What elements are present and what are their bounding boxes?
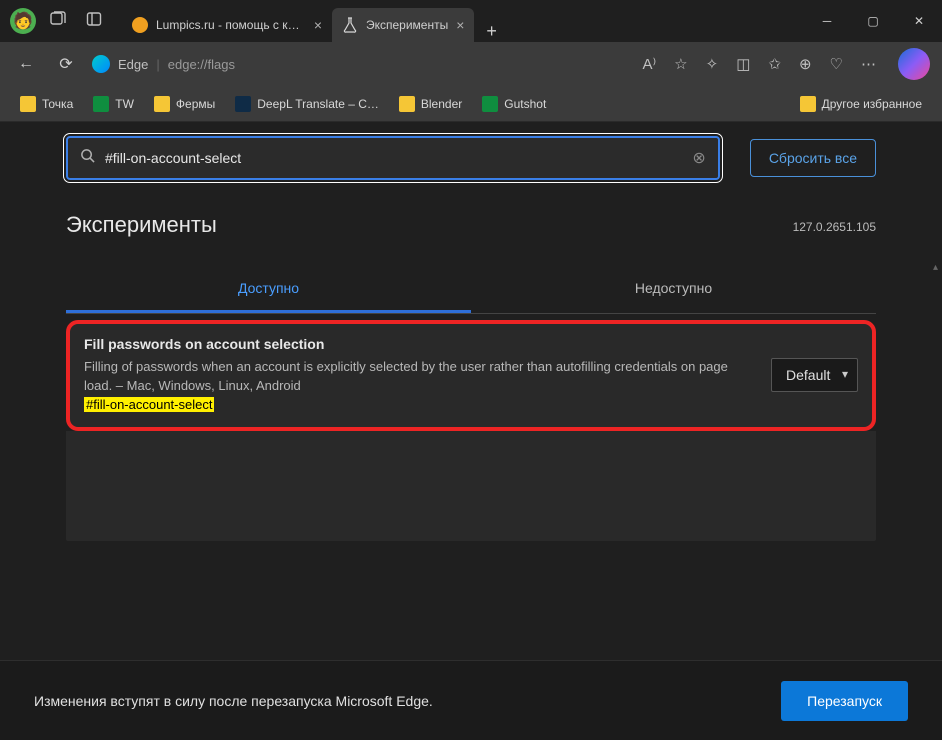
split-screen-icon[interactable]: ◫ [736, 55, 750, 73]
maximize-button[interactable]: ▢ [850, 5, 896, 38]
refresh-button[interactable]: ⟳ [52, 54, 80, 74]
bookmark-fermy[interactable]: Фермы [146, 92, 223, 116]
collections-icon[interactable]: ⊕ [799, 55, 812, 73]
new-tab-button[interactable]: + [474, 21, 509, 42]
tab-title: Lumpics.ru - помощь с компью [156, 18, 306, 32]
flag-card: Fill passwords on account selection Fill… [66, 320, 876, 431]
sheets-icon [93, 96, 109, 112]
scroll-indicator-icon[interactable]: ▴ [933, 262, 938, 273]
page-content: ⊗ Сбросить все Эксперименты 127.0.2651.1… [0, 122, 942, 740]
bookmark-gutshot[interactable]: Gutshot [474, 92, 554, 116]
bookmark-tw[interactable]: TW [85, 92, 142, 116]
close-window-button[interactable]: ✕ [896, 5, 942, 38]
flags-search-input[interactable] [105, 150, 692, 166]
flag-description: Filling of passwords when an account is … [84, 358, 751, 415]
nav-toolbar: ← ⟳ Edge | edge://flags A⁾ ☆ ✧ ◫ ✩ ⊕ ♡ ⋯ [0, 42, 942, 86]
search-icon [80, 148, 95, 168]
read-aloud-icon[interactable]: A⁾ [642, 55, 656, 73]
reset-all-button[interactable]: Сбросить все [750, 139, 876, 177]
favorite-icon[interactable]: ☆ [674, 55, 687, 73]
clear-search-icon[interactable]: ⊗ [692, 148, 705, 168]
folder-icon [20, 96, 36, 112]
profile-avatar[interactable]: 🧑 [10, 8, 36, 34]
bookmark-other[interactable]: Другое избранное [792, 92, 930, 116]
extensions-icon[interactable]: ✧ [706, 55, 719, 73]
titlebar: 🧑 Lumpics.ru - помощь с компью × Экспери… [0, 0, 942, 42]
tab-strip: Lumpics.ru - помощь с компью × Экспериме… [122, 0, 804, 42]
address-url: edge://flags [168, 57, 235, 72]
flag-title: Fill passwords on account selection [84, 336, 751, 352]
tab-available[interactable]: Доступно [66, 266, 471, 313]
restart-footer: Изменения вступят в силу после перезапус… [0, 660, 942, 740]
address-separator: | [156, 57, 159, 72]
flag-hash: #fill-on-account-select [84, 397, 214, 412]
favicon-flask-icon [342, 17, 358, 33]
tab-experiments[interactable]: Эксперименты × [332, 8, 474, 42]
tab-lumpics[interactable]: Lumpics.ru - помощь с компью × [122, 8, 332, 42]
folder-icon [800, 96, 816, 112]
window-controls: ─ ▢ ✕ [804, 5, 942, 38]
bookmarks-bar: Точка TW Фермы DeepL Translate – C… Blen… [0, 86, 942, 122]
deepl-icon [235, 96, 251, 112]
close-tab-icon[interactable]: × [456, 17, 464, 33]
close-tab-icon[interactable]: × [314, 17, 322, 33]
toolbar-actions: A⁾ ☆ ✧ ◫ ✩ ⊕ ♡ ⋯ [642, 48, 930, 80]
flags-tabs: Доступно Недоступно [66, 266, 876, 314]
bookmark-deepl[interactable]: DeepL Translate – C… [227, 92, 387, 116]
flag-state-select[interactable]: Default [771, 358, 858, 392]
copilot-button[interactable] [898, 48, 930, 80]
page-title: Эксперименты [66, 212, 217, 238]
address-bar[interactable]: Edge | edge://flags [92, 55, 630, 73]
folder-icon [399, 96, 415, 112]
sheets-icon [482, 96, 498, 112]
favorites-bar-icon[interactable]: ✩ [768, 55, 781, 73]
edge-logo-icon [92, 55, 110, 73]
workspaces-icon[interactable] [50, 11, 66, 31]
flags-search-box[interactable]: ⊗ [66, 136, 720, 180]
version-label: 127.0.2651.105 [793, 220, 876, 234]
favicon-lumpics [132, 17, 148, 33]
address-brand: Edge [118, 57, 148, 72]
menu-icon[interactable]: ⋯ [861, 55, 876, 73]
flags-panel-bg [66, 431, 876, 541]
restart-button[interactable]: Перезапуск [781, 681, 908, 721]
minimize-button[interactable]: ─ [804, 5, 850, 38]
bookmark-tochka[interactable]: Точка [12, 92, 81, 116]
folder-icon [154, 96, 170, 112]
vertical-tabs-icon[interactable] [86, 11, 102, 31]
back-button[interactable]: ← [12, 55, 40, 73]
browser-essentials-icon[interactable]: ♡ [830, 55, 843, 73]
tab-title: Эксперименты [366, 18, 448, 32]
bookmark-blender[interactable]: Blender [391, 92, 470, 116]
restart-message: Изменения вступят в силу после перезапус… [34, 693, 781, 709]
tab-unavailable[interactable]: Недоступно [471, 266, 876, 313]
